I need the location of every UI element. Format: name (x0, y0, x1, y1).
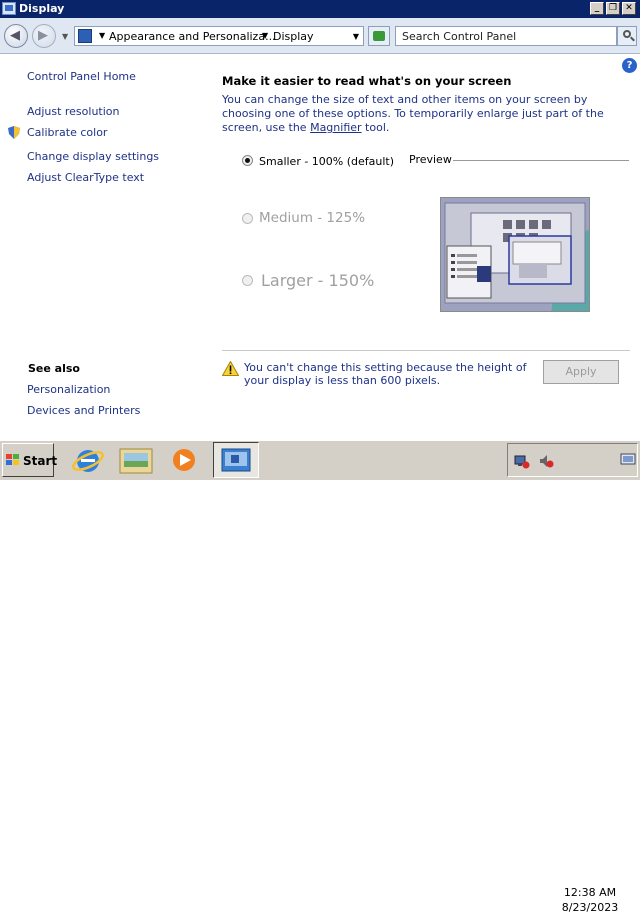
restore-button[interactable]: ❐ (606, 2, 620, 15)
adjust-cleartype-link[interactable]: Adjust ClearType text (27, 171, 144, 184)
breadcrumb-chevron-icon[interactable]: ▼ (262, 31, 268, 40)
network-icon[interactable] (514, 453, 530, 469)
window-title: Display (19, 2, 65, 15)
forward-arrow-icon: ▶ (38, 28, 48, 43)
notification-area (507, 443, 638, 477)
navigation-bar: ◀ ▶ ▼ ▼ Appearance and Personaliza... ▼ … (0, 18, 640, 54)
taskbar-clock[interactable]: 12:38 AM 8/23/2023 (560, 885, 620, 915)
start-button[interactable]: Start (2, 443, 58, 477)
internet-explorer-icon[interactable] (68, 442, 108, 478)
windows-logo-icon (6, 454, 19, 465)
back-button[interactable]: ◀ (4, 24, 28, 48)
radio-smaller-label[interactable]: Smaller - 100% (default) (259, 155, 394, 168)
media-player-icon[interactable] (164, 442, 204, 478)
clock-time: 12:38 AM (563, 886, 617, 899)
radio-smaller[interactable] (242, 155, 253, 166)
description-part: You can change the size of text and othe… (222, 93, 604, 134)
calibrate-color-link[interactable]: Calibrate color (27, 126, 107, 139)
control-panel-home-link[interactable]: Control Panel Home (27, 70, 136, 83)
breadcrumb-chevron-icon[interactable]: ▼ (99, 31, 105, 40)
personalization-link[interactable]: Personalization (27, 383, 110, 396)
help-icon[interactable]: ? (622, 58, 637, 73)
refresh-button[interactable] (368, 26, 390, 46)
shield-icon (8, 126, 20, 139)
control-panel-icon (78, 29, 92, 43)
search-button[interactable] (617, 26, 637, 46)
address-dropdown-icon[interactable]: ▼ (353, 32, 359, 41)
warning-icon (222, 361, 239, 376)
start-label: Start (23, 454, 58, 468)
change-display-settings-link[interactable]: Change display settings (27, 150, 159, 163)
description-text: You can change the size of text and othe… (222, 93, 632, 135)
display-app-icon (2, 2, 16, 15)
title-bar[interactable]: Display _ ❐ ✕ (0, 0, 640, 18)
radio-larger[interactable] (242, 275, 253, 286)
refresh-icon (373, 31, 385, 41)
breadcrumb-appearance[interactable]: Appearance and Personaliza... (109, 30, 276, 43)
preview-label: Preview (409, 153, 452, 166)
page-title: Make it easier to read what's on your sc… (222, 74, 512, 88)
control-panel-icon[interactable] (213, 442, 259, 478)
devices-printers-link[interactable]: Devices and Printers (27, 404, 140, 417)
apply-button[interactable]: Apply (543, 360, 619, 384)
preview-image (440, 197, 590, 312)
radio-medium[interactable] (242, 213, 253, 224)
close-button[interactable]: ✕ (622, 2, 636, 15)
description-part: tool. (361, 121, 390, 134)
clock-date: 8/23/2023 (561, 901, 619, 914)
see-also-heading: See also (28, 362, 80, 375)
forward-button[interactable]: ▶ (32, 24, 56, 48)
adjust-resolution-link[interactable]: Adjust resolution (27, 105, 120, 118)
minimize-button[interactable]: _ (590, 2, 604, 15)
recent-pages-chevron-icon[interactable]: ▼ (62, 32, 68, 41)
warning-message: You can't change this setting because th… (244, 361, 527, 387)
breadcrumb-display[interactable]: Display (273, 30, 314, 43)
show-desktop-icon[interactable] (620, 453, 636, 467)
search-input[interactable]: Search Control Panel (395, 26, 617, 46)
section-divider (222, 350, 630, 351)
back-arrow-icon: ◀ (10, 28, 20, 43)
explorer-icon[interactable] (116, 442, 156, 478)
taskbar: Start 12:38 AM 8/23/2023 (0, 440, 640, 914)
address-field[interactable]: ▼ Appearance and Personaliza... ▼ Displa… (74, 26, 364, 46)
radio-larger-label[interactable]: Larger - 150% (261, 271, 374, 290)
magnifier-link[interactable]: Magnifier (310, 121, 361, 134)
volume-muted-icon[interactable] (538, 453, 554, 469)
preview-divider (453, 160, 629, 161)
radio-medium-label[interactable]: Medium - 125% (259, 210, 365, 226)
display-window: Display _ ❐ ✕ ◀ ▶ ▼ ▼ Appearance and Per… (0, 0, 640, 440)
